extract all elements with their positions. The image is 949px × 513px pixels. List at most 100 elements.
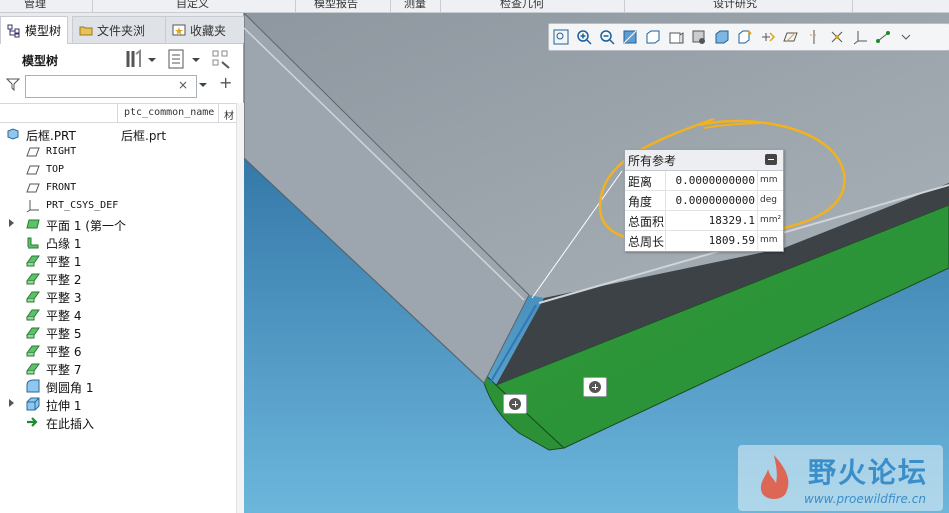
- tree-item-extrude[interactable]: 拉伸 1: [0, 395, 243, 413]
- measure-panel-title: 所有参考: [628, 153, 677, 168]
- column-header[interactable]: 材: [224, 107, 234, 122]
- clear-filter-icon[interactable]: ×: [178, 78, 188, 92]
- tree-item-top[interactable]: TOP: [0, 161, 243, 179]
- measure-value: 18329.1: [708, 214, 755, 227]
- axis-display-icon[interactable]: [803, 26, 825, 48]
- flat-wall-icon: [26, 327, 40, 339]
- tree-search-input[interactable]: [25, 75, 197, 98]
- refit-icon[interactable]: [550, 26, 572, 48]
- graphics-viewport[interactable]: 所有参考 距离 0.0000000000 mm 角度 0.0000000000 …: [244, 13, 949, 513]
- measure-value: 1809.59: [708, 234, 755, 247]
- tree-item-planar[interactable]: 平面 1 (第一个: [0, 215, 243, 233]
- flange-icon: [27, 237, 39, 249]
- ribbon-group-measure[interactable]: 测量: [404, 0, 426, 11]
- tree-item-label: 平整 3: [46, 291, 82, 305]
- tree-vertical-scrollbar[interactable]: [236, 103, 244, 513]
- datum-plane-icon: [26, 165, 40, 175]
- expand-icon[interactable]: [9, 399, 14, 407]
- tree-column-headers: ptc_common_name 材: [0, 103, 243, 123]
- tree-item-label: FRONT: [46, 182, 77, 193]
- repaint-icon[interactable]: [619, 26, 641, 48]
- tree-item-part[interactable]: 后框.PRT 后框.prt: [0, 125, 243, 143]
- watermark-title: 野火论坛: [808, 456, 929, 489]
- tree-item-flat-3[interactable]: 平整 3: [0, 287, 243, 305]
- perspective-icon[interactable]: [688, 26, 710, 48]
- tree-filter-row: × +: [0, 73, 243, 99]
- display-style-icon[interactable]: [642, 26, 664, 48]
- show-options-icon[interactable]: [166, 48, 188, 70]
- flat-wall-icon: [26, 363, 40, 375]
- expand-reference-button[interactable]: [503, 394, 527, 414]
- ribbon-group-customize[interactable]: 自定义: [176, 0, 209, 11]
- plane-display-icon[interactable]: [780, 26, 802, 48]
- flat-wall-icon: [26, 255, 40, 267]
- forum-watermark: 野火论坛 www.proewildfire.cn: [738, 445, 943, 511]
- tree-item-insert-here[interactable]: 在此插入: [0, 413, 243, 431]
- more-icon[interactable]: [895, 26, 917, 48]
- collapse-icon[interactable]: [765, 154, 777, 165]
- ribbon-group-manage[interactable]: 管理: [24, 0, 46, 11]
- tab-model-tree[interactable]: 模型树: [0, 16, 69, 44]
- tree-item-csys[interactable]: PRT_CSYS_DEF: [0, 197, 243, 215]
- zoom-out-icon[interactable]: [596, 26, 618, 48]
- flat-wall-icon: [26, 309, 40, 321]
- tree-item-label: 平整 6: [46, 345, 82, 359]
- tree-item-flat-7[interactable]: 平整 7: [0, 359, 243, 377]
- settings-tools-icon[interactable]: [122, 48, 144, 70]
- spin-center-icon[interactable]: [872, 26, 894, 48]
- tree-item-flat-2[interactable]: 平整 2: [0, 269, 243, 287]
- tree-item-label: 平整 2: [46, 273, 82, 287]
- tree-item-label: 凸缘 1: [46, 237, 82, 251]
- ribbon-group-bar: 管理 自定义 模型报告 测量 检查几何 设计研究: [0, 0, 949, 13]
- csys-display-icon[interactable]: [849, 26, 871, 48]
- favorites-icon: [172, 24, 186, 36]
- section-icon[interactable]: [711, 26, 733, 48]
- column-header[interactable]: ptc_common_name: [124, 107, 214, 118]
- model-tree-icon: [7, 24, 20, 37]
- tree-item-round[interactable]: 倒圆角 1: [0, 377, 243, 395]
- measure-results-panel: 所有参考 距离 0.0000000000 mm 角度 0.0000000000 …: [624, 149, 784, 252]
- insert-here-icon: [27, 417, 38, 427]
- tree-item-label: 平整 4: [46, 309, 82, 323]
- ribbon-group-design-study[interactable]: 设计研究: [713, 0, 757, 11]
- tab-label: 收藏夹: [190, 23, 227, 38]
- datum-display-icon[interactable]: [757, 26, 779, 48]
- tree-filters-icon[interactable]: [210, 48, 232, 70]
- tree-item-front[interactable]: FRONT: [0, 179, 243, 197]
- tree-item-flat-5[interactable]: 平整 5: [0, 323, 243, 341]
- expand-icon[interactable]: [9, 219, 14, 227]
- measure-row-total-area: 总面积 18329.1 mm²: [625, 211, 783, 231]
- ribbon-group-inspect-geometry[interactable]: 检查几何: [500, 0, 544, 11]
- annotation-display-icon[interactable]: [734, 26, 756, 48]
- flat-wall-icon: [26, 345, 40, 357]
- tree-item-label: 倒圆角 1: [46, 381, 94, 395]
- tree-item-label: RIGHT: [46, 146, 77, 157]
- navigator-panel: 模型树 文件夹浏 收藏夹 模型树 × + ptc_common_name 材 后…: [0, 13, 251, 513]
- measure-unit: deg: [760, 195, 777, 205]
- tab-favorites[interactable]: 收藏夹: [165, 16, 251, 43]
- view-toolbar: [548, 23, 949, 51]
- ribbon-group-model-report[interactable]: 模型报告: [314, 0, 358, 11]
- tree-item-flange[interactable]: 凸缘 1: [0, 233, 243, 251]
- saved-views-icon[interactable]: [665, 26, 687, 48]
- tree-item-right[interactable]: RIGHT: [0, 143, 243, 161]
- chevron-down-icon[interactable]: [146, 48, 158, 70]
- csys-icon: [26, 200, 39, 213]
- zoom-in-icon[interactable]: [573, 26, 595, 48]
- tree-item-flat-4[interactable]: 平整 4: [0, 305, 243, 323]
- tree-toolbar: 模型树: [0, 44, 243, 74]
- tree-item-flat-6[interactable]: 平整 6: [0, 341, 243, 359]
- chevron-down-icon[interactable]: [190, 48, 202, 70]
- chevron-down-icon[interactable]: [198, 80, 208, 90]
- tree-item-flat-1[interactable]: 平整 1: [0, 251, 243, 269]
- filter-icon: [6, 78, 20, 91]
- point-display-icon[interactable]: [826, 26, 848, 48]
- measure-unit: mm²: [760, 215, 782, 225]
- expand-reference-button[interactable]: [583, 377, 607, 397]
- flat-wall-icon: [26, 291, 40, 303]
- tab-folder-browser[interactable]: 文件夹浏: [72, 16, 168, 43]
- part-icon: [7, 128, 19, 140]
- tab-label: 文件夹浏: [97, 23, 146, 38]
- add-column-icon[interactable]: +: [219, 73, 232, 92]
- model-geometry: [244, 13, 949, 513]
